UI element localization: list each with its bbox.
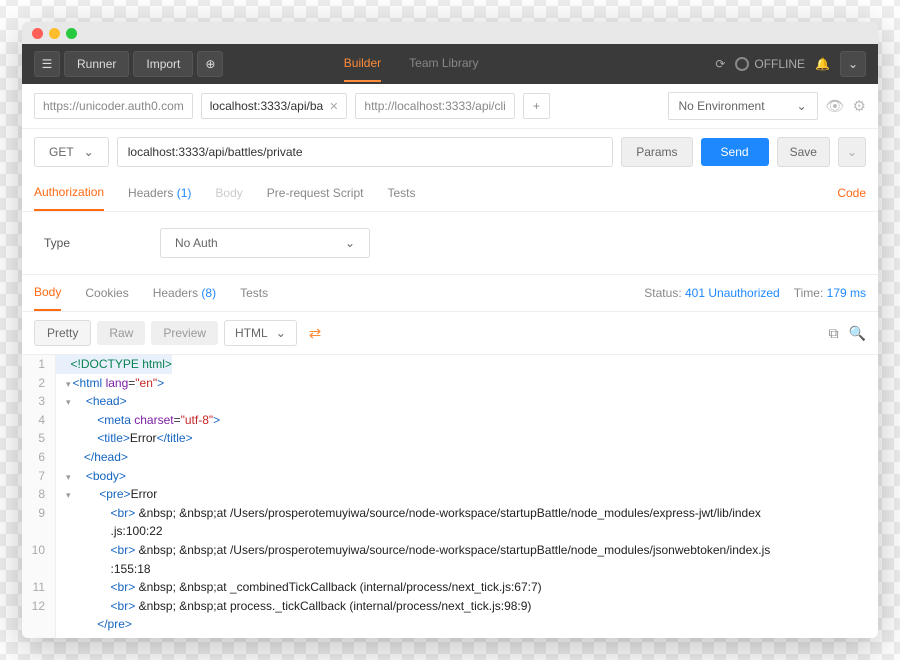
offline-status: OFFLINE (735, 57, 805, 71)
tab-body[interactable]: Body (215, 176, 242, 210)
chevron-down-icon: ⌄ (796, 99, 806, 113)
response-body[interactable]: 1 <!DOCTYPE html>2▾<html lang="en">3▾ <h… (22, 355, 878, 638)
tab-builder[interactable]: Builder (344, 46, 381, 82)
format-select[interactable]: HTML⌄ (224, 320, 297, 346)
response-tabs: Body Cookies Headers (8) Tests Status: 4… (22, 275, 878, 312)
code-line[interactable]: 4 <meta charset="utf-8"> (22, 411, 878, 430)
request-tabs-row: https://unicoder.auth0.com localhost:333… (22, 84, 878, 129)
save-options-button[interactable]: ⌄ (838, 137, 866, 167)
code-line[interactable]: 3▾ <head> (22, 392, 878, 411)
code-line[interactable]: </pre> (22, 615, 878, 634)
code-line[interactable]: 8▾ <pre>Error (22, 485, 878, 504)
tab-prerequest[interactable]: Pre-request Script (267, 176, 364, 210)
auth-type-row: Type No Auth⌄ (22, 212, 878, 275)
chevron-down-icon: ⌄ (345, 236, 355, 250)
request-tab-0[interactable]: https://unicoder.auth0.com (34, 93, 193, 119)
method-select[interactable]: GET⌄ (34, 137, 109, 167)
request-tab-2[interactable]: http://localhost:3333/api/cli (355, 93, 514, 119)
view-pretty[interactable]: Pretty (34, 320, 91, 346)
import-button[interactable]: Import (133, 51, 193, 77)
type-label: Type (44, 236, 70, 250)
close-icon[interactable] (32, 28, 43, 39)
search-icon[interactable]: 🔍 (849, 325, 866, 342)
runner-button[interactable]: Runner (64, 51, 129, 77)
tab-authorization[interactable]: Authorization (34, 175, 104, 211)
tab-tests[interactable]: Tests (240, 276, 268, 310)
code-line[interactable]: 6 </head> (22, 448, 878, 467)
save-button[interactable]: Save (777, 137, 830, 167)
notifications-icon[interactable]: 🔔 (815, 57, 830, 71)
code-line[interactable]: 7▾ <body> (22, 467, 878, 486)
chevron-down-icon: ⌄ (276, 326, 286, 340)
code-line[interactable]: .js:100:22 (22, 522, 878, 541)
request-tab-1[interactable]: localhost:3333/api/ba✕ (201, 93, 348, 119)
tab-cookies[interactable]: Cookies (85, 276, 128, 310)
tab-team-library[interactable]: Team Library (409, 46, 478, 82)
code-line[interactable]: 9 <br> &nbsp; &nbsp;at /Users/prosperote… (22, 504, 878, 523)
request-row: GET⌄ Params Send Save ⌄ (22, 129, 878, 175)
toolbar: ☰ Runner Import ⊕ Builder Team Library ⟳… (22, 44, 878, 84)
close-icon[interactable]: ✕ (329, 100, 338, 113)
chevron-down-icon: ⌄ (84, 145, 94, 159)
tab-tests[interactable]: Tests (387, 176, 415, 210)
request-subtabs: Authorization Headers (1) Body Pre-reque… (22, 175, 878, 212)
maximize-icon[interactable] (66, 28, 77, 39)
environment-select[interactable]: No Environment⌄ (668, 92, 818, 120)
sync-icon[interactable]: ⟳ (715, 57, 725, 71)
code-line[interactable]: 13 </body> (22, 634, 878, 638)
code-line[interactable]: 11 <br> &nbsp; &nbsp;at _combinedTickCal… (22, 578, 878, 597)
eye-icon[interactable]: 👁 (826, 97, 845, 115)
code-line[interactable]: 1 <!DOCTYPE html> (22, 355, 878, 374)
tab-headers[interactable]: Headers (8) (153, 276, 216, 310)
tab-body[interactable]: Body (34, 275, 61, 311)
app-window: ☰ Runner Import ⊕ Builder Team Library ⟳… (22, 22, 878, 638)
copy-icon[interactable]: ⧉ (829, 325, 839, 342)
status-info: Status: 401 Unauthorized Time: 179 ms (644, 286, 866, 300)
user-menu-icon[interactable]: ⌄ (840, 51, 866, 77)
code-line[interactable]: :155:18 (22, 560, 878, 579)
gear-icon[interactable]: ⚙ (853, 97, 866, 115)
code-line[interactable]: 12 <br> &nbsp; &nbsp;at process._tickCal… (22, 597, 878, 616)
minimize-icon[interactable] (49, 28, 60, 39)
time-value: 179 ms (827, 286, 866, 300)
sidebar-toggle-icon[interactable]: ☰ (34, 51, 60, 77)
code-line[interactable]: 5 <title>Error</title> (22, 429, 878, 448)
send-button[interactable]: Send (701, 138, 769, 166)
new-request-tab[interactable]: + (523, 93, 550, 119)
status-value: 401 Unauthorized (685, 286, 780, 300)
titlebar (22, 22, 878, 44)
view-preview[interactable]: Preview (151, 321, 218, 345)
params-button[interactable]: Params (621, 137, 692, 167)
code-line[interactable]: 2▾<html lang="en"> (22, 374, 878, 393)
tab-headers[interactable]: Headers (1) (128, 176, 191, 210)
url-input[interactable] (117, 137, 613, 167)
wrap-icon[interactable]: ⇄ (303, 324, 328, 342)
code-line[interactable]: 10 <br> &nbsp; &nbsp;at /Users/prosperot… (22, 541, 878, 560)
view-options-row: Pretty Raw Preview HTML⌄ ⇄ ⧉ 🔍 (22, 312, 878, 355)
auth-type-select[interactable]: No Auth⌄ (160, 228, 370, 258)
new-tab-icon[interactable]: ⊕ (197, 51, 223, 77)
view-raw[interactable]: Raw (97, 321, 145, 345)
code-link[interactable]: Code (837, 186, 866, 200)
